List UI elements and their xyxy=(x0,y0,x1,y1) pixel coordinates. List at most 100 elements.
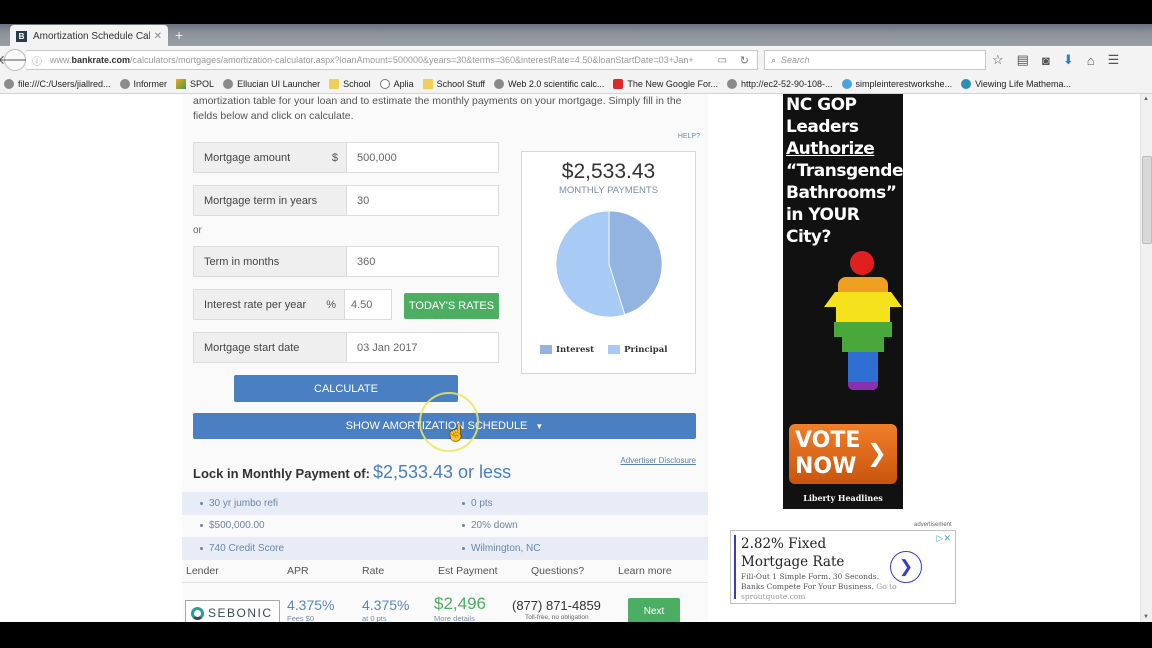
bullet-icon xyxy=(462,524,465,528)
tab-strip: B Amortization Schedule Cal... ✕ + xyxy=(0,24,1152,47)
help-link[interactable]: HELP? xyxy=(678,133,700,140)
scroll-up-arrow-icon[interactable]: ▲ xyxy=(1143,96,1149,102)
bookmark-item[interactable]: Ellucian UI Launcher xyxy=(223,78,320,89)
criteria-row: $500,000.00 20% down xyxy=(182,515,708,538)
bookmark-label: Informer xyxy=(133,78,168,89)
criteria-item: 0 pts xyxy=(462,498,708,509)
site-info-icon[interactable]: ⓘ xyxy=(32,53,42,68)
criteria-text: 30 yr jumbo refi xyxy=(209,497,278,509)
column-header-apr: APR xyxy=(287,565,309,577)
start-date-input[interactable]: 03 Jan 2017 xyxy=(346,333,498,362)
vote-now-cta[interactable]: VOTE NOW ❯ xyxy=(789,424,897,484)
bookmark-label: Web 2.0 scientific calc... xyxy=(508,78,605,89)
criteria-item: Wilmington, NC xyxy=(462,543,708,554)
close-tab-icon[interactable]: ✕ xyxy=(154,31,162,42)
page-scrollbar[interactable]: ▲ ▼ xyxy=(1140,94,1152,622)
bookmarks-bar: file:///C:/Users/jiallred... Informer SP… xyxy=(0,74,1152,94)
mortgage-amount-label: Mortgage amount xyxy=(204,151,291,164)
start-date-field: Mortgage start date 03 Jan 2017 xyxy=(193,332,499,363)
ad-line: City? xyxy=(786,227,831,247)
skyscraper-ad[interactable]: NC GOP Leaders Authorize “Transgender Ba… xyxy=(783,94,903,509)
mortgage-text-ad[interactable]: 2.82% Fixed Mortgage Rate Fill-Out 1 Sim… xyxy=(730,530,956,604)
column-header-rate: Rate xyxy=(362,565,385,577)
ad-go-arrow-icon[interactable]: ❯ xyxy=(890,551,922,583)
back-button[interactable]: 🡐 xyxy=(0,49,32,71)
bookmark-item[interactable]: School xyxy=(329,78,371,89)
bookmark-item[interactable]: simpleinterestworkshe... xyxy=(841,78,952,89)
bookmark-label: Aplia xyxy=(393,78,414,89)
pocket-icon[interactable]: ◙ xyxy=(1042,53,1050,68)
bullet-icon xyxy=(462,546,465,550)
interest-rate-input[interactable]: 4.50 xyxy=(344,290,391,319)
mortgage-amount-field: Mortgage amount $ 500,000 xyxy=(193,142,499,173)
mortgage-amount-input[interactable]: 500,000 xyxy=(346,143,498,172)
column-header-questions: Questions? xyxy=(531,565,585,577)
bookmark-item[interactable]: http://ec2-52-90-108-... xyxy=(726,78,833,89)
home-icon[interactable]: ⌂ xyxy=(1087,53,1095,68)
phone-number[interactable]: (877) 871-4859 xyxy=(512,598,601,613)
globe-icon xyxy=(4,78,14,89)
bookmark-item[interactable]: School Stuff xyxy=(422,78,486,89)
hand-cursor-icon: ☝ xyxy=(446,425,466,442)
calculate-button[interactable]: CALCULATE xyxy=(234,375,458,402)
next-button[interactable]: Next xyxy=(628,598,680,622)
scrollbar-thumb[interactable] xyxy=(1142,156,1152,244)
address-bar[interactable]: ⓘ www. bankrate.com/calculators/mortgages… xyxy=(26,50,758,70)
term-months-input[interactable]: 360 xyxy=(346,247,498,276)
loan-criteria-list: 30 yr jumbo refi 0 pts $500,000.00 20% d… xyxy=(182,492,708,560)
bookmark-label: School Stuff xyxy=(436,78,486,89)
criteria-text: $500,000.00 xyxy=(209,520,265,532)
caret-down-icon: ▼ xyxy=(535,421,544,431)
criteria-row: 30 yr jumbo refi 0 pts xyxy=(182,492,708,515)
term-years-input[interactable]: 30 xyxy=(346,186,498,215)
bookmark-item[interactable]: Viewing Life Mathema... xyxy=(961,78,1071,89)
navigation-bar: 🡐 ⓘ www. bankrate.com/calculators/mortgag… xyxy=(0,46,1152,74)
apr-fees: Fees $0 xyxy=(287,614,315,622)
new-tab-button[interactable]: + xyxy=(175,27,183,43)
search-icon: ⌕ xyxy=(771,54,777,65)
criteria-text: 20% down xyxy=(471,520,518,532)
ad-brand: Liberty Headlines xyxy=(803,493,883,503)
download-icon[interactable]: ⬇ xyxy=(1063,52,1074,68)
chevron-right-icon: ❯ xyxy=(866,439,887,467)
bookmark-star-icon[interactable]: ☆ xyxy=(992,52,1004,68)
pie-legend: Interest Principal xyxy=(540,345,667,355)
bookmark-item[interactable]: file:///C:/Users/jiallred... xyxy=(4,78,111,89)
menu-icon[interactable]: ☰ xyxy=(1108,52,1120,68)
term-years-label: Mortgage term in years xyxy=(204,194,318,207)
tab-title: Amortization Schedule Cal... xyxy=(33,30,150,42)
bookmark-item[interactable]: SPOL xyxy=(176,78,214,89)
adchoices-close-icon[interactable]: ▷✕ xyxy=(937,533,951,544)
phone-note: Toll-free, no obligation xyxy=(525,614,589,621)
bookmark-item[interactable]: Informer xyxy=(119,78,168,89)
bookmark-item[interactable]: The New Google For... xyxy=(613,78,718,89)
bookmark-item[interactable]: Aplia xyxy=(379,78,414,89)
lender-logo[interactable]: SEBONIC xyxy=(185,600,280,622)
folder-icon xyxy=(422,78,433,89)
monthly-payment-amount: $2,533.43 xyxy=(561,160,656,183)
column-header-learn-more: Learn more xyxy=(618,565,672,577)
url-prefix: www. xyxy=(50,55,72,65)
globe-icon xyxy=(223,78,234,89)
legend-item-interest: Interest xyxy=(540,345,594,355)
payment-pie-chart xyxy=(555,210,663,318)
todays-rates-button[interactable]: TODAY'S RATES xyxy=(404,293,499,319)
principal-swatch xyxy=(608,345,621,354)
reload-icon[interactable]: ↻ xyxy=(740,54,749,67)
spol-icon xyxy=(176,78,187,89)
browser-tab[interactable]: B Amortization Schedule Cal... ✕ xyxy=(10,25,168,47)
more-details-link[interactable]: More details xyxy=(434,614,475,622)
advertiser-disclosure-link[interactable]: Advertiser Disclosure xyxy=(620,456,696,465)
bookmarks-list-icon[interactable]: ▤ xyxy=(1017,52,1029,68)
search-input[interactable]: ⌕ Search xyxy=(764,50,986,70)
reader-view-icon[interactable]: ▭ xyxy=(718,55,727,66)
scroll-down-arrow-icon[interactable]: ▼ xyxy=(1143,614,1149,620)
toolbar-icons: ☆ ▤ ◙ ⬇ ⌂ ☰ xyxy=(992,50,1119,70)
advertisement-label: advertisement xyxy=(914,522,952,528)
rate-points: at 0 pts xyxy=(362,614,387,622)
ad-body-text: Fill-Out 1 Simple Form. 30 Seconds. Bank… xyxy=(741,572,879,591)
ad-line: Leaders xyxy=(786,117,859,137)
bookmark-item[interactable]: Web 2.0 scientific calc... xyxy=(494,78,605,89)
lock-label: Lock in Monthly Payment of: xyxy=(193,466,370,481)
ad-accent-bar xyxy=(734,535,736,599)
